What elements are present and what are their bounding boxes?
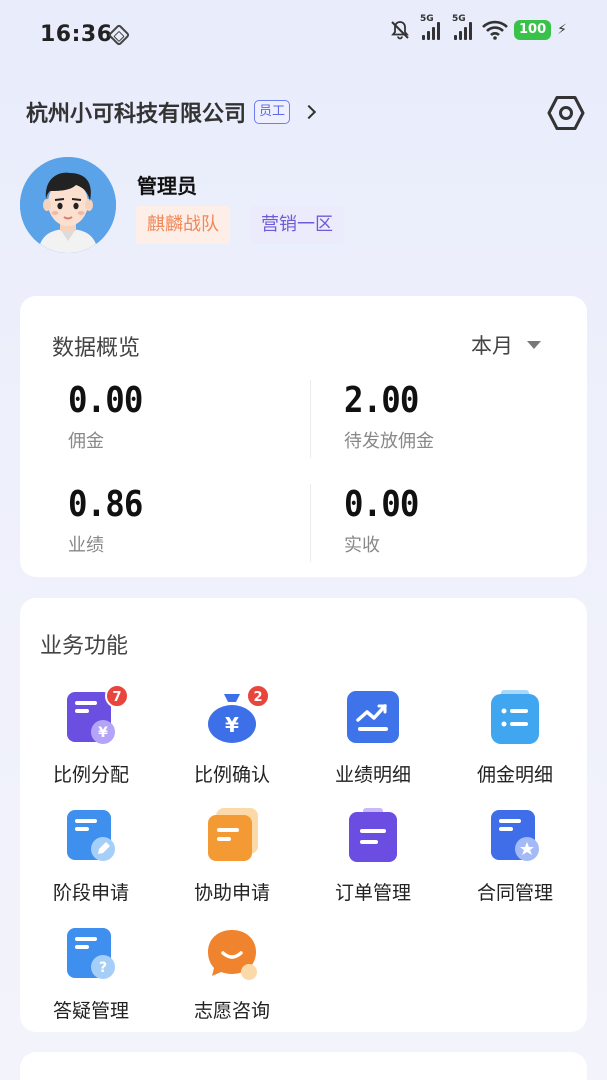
battery-indicator: 100: [514, 20, 552, 40]
metric-commission[interactable]: 0.00 佣金: [68, 380, 151, 453]
next-section-card: [20, 1052, 587, 1080]
fn-commission-detail[interactable]: 佣金明细: [445, 690, 585, 787]
data-overview-card: 数据概览 本月 0.00 佣金 2.00 待发放佣金 0.86 业绩 0.00 …: [20, 296, 587, 577]
charging-icon: ⚡: [557, 22, 567, 38]
svg-text:¥: ¥: [98, 725, 108, 741]
consult-chat-icon: [206, 926, 258, 980]
avatar-illustration: [20, 157, 116, 253]
notification-badge: 7: [105, 684, 129, 708]
metric-value: 0.86: [68, 484, 143, 525]
area-tag: 营销一区: [250, 206, 344, 244]
cellular-signal-1-icon: 5G: [420, 14, 441, 40]
assist-apply-icon: [206, 808, 258, 862]
fn-label: 业绩明细: [334, 764, 411, 786]
company-name: 杭州小可科技有限公司: [26, 102, 247, 127]
metric-label: 待发放佣金: [344, 431, 434, 452]
metric-received[interactable]: 0.00 实收: [344, 484, 427, 557]
divider: [310, 380, 311, 458]
fn-ratio-allocate[interactable]: ¥ 7 比例分配: [21, 684, 161, 787]
fn-label: 志愿咨询: [193, 1000, 270, 1022]
overview-title: 数据概览: [52, 336, 141, 361]
fn-label: 比例分配: [52, 764, 129, 786]
fn-label: 合同管理: [476, 882, 553, 904]
functions-title: 业务功能: [40, 634, 129, 659]
role-badge: 员工: [254, 100, 291, 124]
svg-text:¥: ¥: [225, 713, 239, 737]
wifi-icon: [482, 20, 508, 40]
settings-hex-icon[interactable]: [547, 94, 585, 132]
company-switcher[interactable]: 杭州小可科技有限公司 员工: [26, 96, 317, 128]
fn-performance-detail[interactable]: 业绩明细: [303, 690, 443, 787]
business-functions-card: 业务功能 ¥ 7 比例分配 ¥ 2 比例确认 业绩明细 佣金明细 阶段申请 协助…: [20, 598, 587, 1032]
divider: [310, 484, 311, 562]
metric-label: 业绩: [68, 535, 104, 556]
user-name: 管理员: [137, 174, 197, 198]
fn-label: 佣金明细: [476, 764, 553, 786]
notification-badge: 2: [246, 684, 270, 708]
fn-label: 协助申请: [193, 882, 270, 904]
status-bar: 16:36 5G 5G 100 ⚡: [0, 0, 607, 70]
metric-value: 0.00: [68, 380, 143, 421]
mute-bell-icon: [391, 21, 409, 40]
metric-performance[interactable]: 0.86 业绩: [68, 484, 151, 557]
caret-down-icon: [527, 341, 541, 349]
metric-label: 佣金: [68, 431, 104, 452]
contract-manage-icon: [489, 808, 541, 862]
fn-contract-manage[interactable]: 合同管理: [445, 808, 585, 905]
stage-apply-icon: [65, 808, 117, 862]
cellular-signal-2-icon: 5G: [452, 14, 473, 40]
fn-assist-apply[interactable]: 协助申请: [162, 808, 302, 905]
fn-ratio-confirm[interactable]: ¥ 2 比例确认: [162, 684, 302, 787]
fn-qa-manage[interactable]: ? 答疑管理: [21, 926, 161, 1023]
chevron-right-icon: [301, 104, 317, 120]
metric-pending-commission[interactable]: 2.00 待发放佣金: [344, 380, 434, 453]
status-icons: 5G 5G 100 ⚡: [390, 14, 567, 40]
performance-chart-icon: [347, 690, 399, 744]
order-manage-icon: [347, 808, 399, 862]
team-tag: 麒麟战队: [136, 206, 230, 244]
ratio-allocate-icon: ¥ 7: [65, 684, 129, 744]
fn-label: 订单管理: [334, 882, 411, 904]
period-selector[interactable]: 本月: [471, 330, 541, 360]
avatar[interactable]: [20, 157, 116, 253]
fn-consult[interactable]: 志愿咨询: [162, 926, 302, 1023]
commission-list-icon: [489, 690, 541, 744]
period-label: 本月: [471, 334, 513, 358]
metric-label: 实收: [344, 535, 380, 556]
svg-text:?: ?: [99, 960, 107, 976]
metric-value: 0.00: [344, 484, 419, 525]
ratio-confirm-icon: ¥ 2: [206, 684, 270, 744]
fn-stage-apply[interactable]: 阶段申请: [21, 808, 161, 905]
fn-order-manage[interactable]: 订单管理: [303, 808, 443, 905]
fn-label: 阶段申请: [52, 882, 129, 904]
metric-value: 2.00: [344, 380, 419, 421]
fn-label: 答疑管理: [52, 1000, 129, 1022]
status-time: 16:36: [40, 22, 113, 47]
qa-manage-icon: ?: [65, 926, 117, 980]
fn-label: 比例确认: [193, 764, 270, 786]
